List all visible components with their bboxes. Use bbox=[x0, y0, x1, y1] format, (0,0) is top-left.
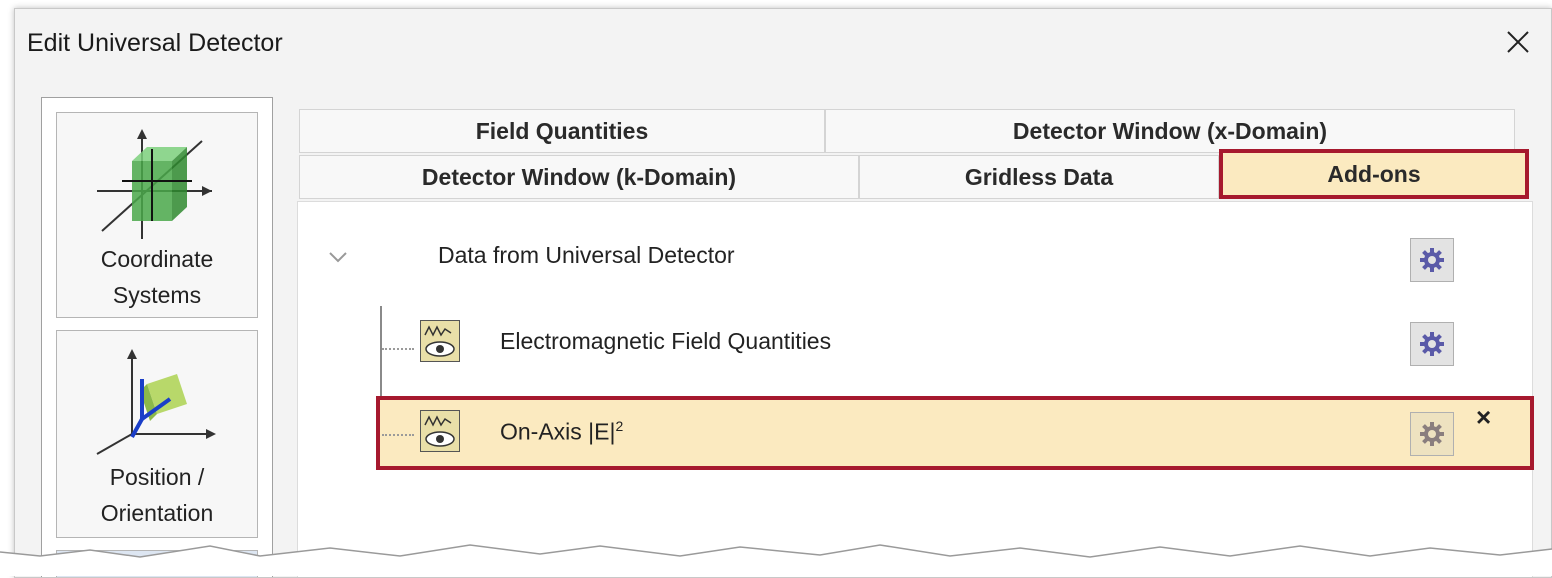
position-orientation-icon bbox=[96, 349, 216, 455]
gear-icon bbox=[1420, 248, 1444, 272]
gear-icon bbox=[1420, 422, 1444, 446]
gear-icon bbox=[1420, 332, 1444, 356]
addon-label[interactable]: Electromagnetic Field Quantities bbox=[500, 328, 831, 355]
add-ons-panel: Data from Universal Detector Electromagn… bbox=[297, 201, 1534, 577]
tab-detector-window-k-domain[interactable]: Detector Window (k-Domain) bbox=[299, 155, 859, 199]
sidebar: Coordinate Systems Position / Orientatio… bbox=[41, 97, 273, 577]
edit-universal-detector-dialog: Edit Universal Detector Coordinate Syste… bbox=[14, 8, 1552, 578]
addon-label-superscript: 2 bbox=[615, 418, 624, 434]
root-settings-button[interactable] bbox=[1410, 238, 1454, 282]
chevron-down-icon[interactable] bbox=[328, 250, 348, 264]
addon-detector-icon bbox=[420, 410, 460, 452]
tab-add-ons[interactable]: Add-ons bbox=[1219, 149, 1529, 199]
sidebar-item-label: Position / bbox=[109, 464, 205, 490]
tab-detector-window-x-domain[interactable]: Detector Window (x-Domain) bbox=[825, 109, 1515, 153]
tab-gridless-data[interactable]: Gridless Data bbox=[859, 155, 1219, 199]
tree-root-label[interactable]: Data from Universal Detector bbox=[438, 242, 735, 269]
remove-addon-button[interactable]: × bbox=[1476, 402, 1491, 433]
addon-label-on-axis[interactable]: On-Axis |E|2 bbox=[500, 418, 623, 446]
sidebar-item-label: Systems bbox=[112, 282, 202, 308]
tree-connector bbox=[382, 434, 414, 436]
tab-strip: Field Quantities Detector Window (x-Doma… bbox=[299, 109, 1531, 201]
sidebar-item-position-orientation[interactable]: Position / Orientation bbox=[56, 330, 258, 538]
close-icon bbox=[1507, 31, 1529, 53]
eye-icon bbox=[424, 325, 455, 357]
title-bar: Edit Universal Detector bbox=[15, 9, 1551, 79]
close-button[interactable] bbox=[1495, 19, 1541, 65]
sidebar-item-label: Orientation bbox=[100, 500, 214, 526]
addon-settings-button[interactable] bbox=[1410, 322, 1454, 366]
addon-settings-button[interactable] bbox=[1410, 412, 1454, 456]
sidebar-item-partial[interactable] bbox=[56, 550, 258, 577]
coordinate-systems-icon bbox=[97, 129, 212, 239]
tree-connector bbox=[382, 348, 414, 350]
sidebar-item-label: Coordinate bbox=[100, 246, 214, 272]
sidebar-item-coordinate-systems[interactable]: Coordinate Systems bbox=[56, 112, 258, 318]
dialog-title: Edit Universal Detector bbox=[27, 29, 283, 57]
tab-field-quantities[interactable]: Field Quantities bbox=[299, 109, 825, 153]
eye-icon bbox=[424, 415, 455, 447]
addon-detector-icon bbox=[420, 320, 460, 362]
addon-label-text: On-Axis |E| bbox=[500, 418, 616, 445]
